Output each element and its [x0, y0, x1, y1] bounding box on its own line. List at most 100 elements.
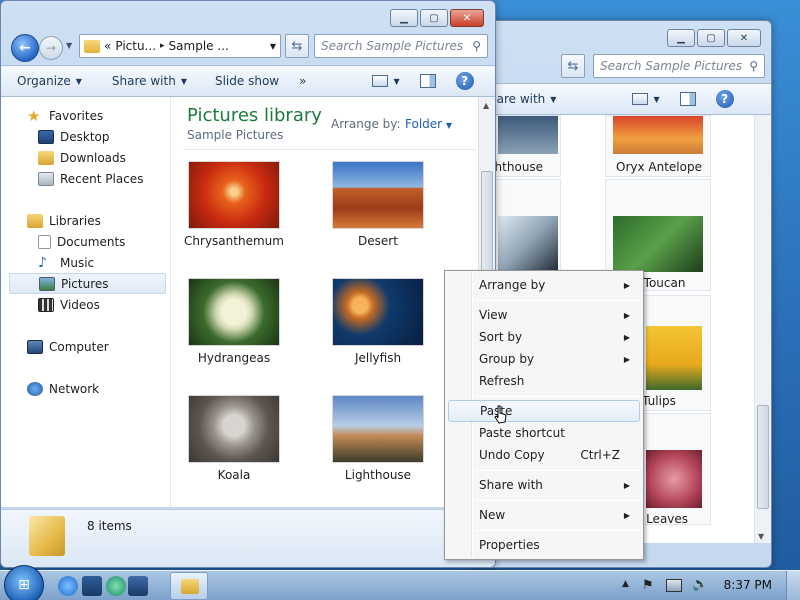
menu-item-share-with[interactable]: Share with ▶ — [448, 474, 640, 496]
file-label[interactable]: Chrysanthemum — [164, 234, 304, 248]
forward-button[interactable]: → — [39, 36, 63, 60]
folder-icon — [181, 579, 199, 594]
menu-separator — [475, 396, 640, 397]
scrollbar-thumb[interactable] — [757, 405, 769, 509]
close-button[interactable]: ✕ — [450, 9, 484, 27]
nav-libraries[interactable]: Libraries — [27, 210, 192, 231]
minimize-button[interactable]: ▁ — [390, 9, 418, 27]
refresh-icon: ⇆ — [291, 38, 303, 54]
command-bar: hare with ▼ ▼ ? — [471, 83, 771, 115]
show-hidden-icons-button[interactable]: ▲ — [622, 579, 629, 589]
explorer-quicklaunch-icon[interactable] — [82, 576, 102, 596]
preview-pane-icon — [419, 74, 436, 88]
maximize-button[interactable]: ▢ — [420, 9, 448, 27]
thumbnail-lighthouse[interactable] — [332, 395, 424, 463]
arrange-by-dropdown[interactable]: Folder ▼ — [405, 117, 452, 131]
preview-pane-button[interactable] — [410, 74, 446, 88]
nav-favorites[interactable]: ★ Favorites — [27, 105, 192, 126]
menu-item-view[interactable]: View ▶ — [448, 304, 640, 326]
organize-button[interactable]: Organize ▼ — [1, 74, 92, 88]
thumbnail — [498, 216, 558, 272]
menu-item-refresh[interactable]: Refresh — [448, 370, 640, 392]
menu-item-properties[interactable]: Properties — [448, 534, 640, 556]
help-icon: ? — [715, 90, 734, 108]
desktop-icon — [38, 129, 54, 144]
switch-windows-icon[interactable] — [128, 576, 148, 596]
thumbnail-jellyfish[interactable] — [332, 278, 424, 346]
file-label[interactable]: Koala — [164, 468, 304, 482]
maximize-button[interactable]: ▢ — [697, 29, 725, 47]
thumbnail — [613, 116, 703, 154]
file-item[interactable]: ghthouse — [487, 115, 561, 177]
breadcrumb-pictures[interactable]: Pictu... — [115, 39, 156, 53]
file-label[interactable]: Desert — [308, 234, 448, 248]
back-button[interactable]: ← — [11, 34, 39, 62]
menu-item-group-by[interactable]: Group by ▶ — [448, 348, 640, 370]
views-button[interactable]: ▼ — [622, 93, 669, 105]
submenu-arrow-icon: ▶ — [623, 480, 630, 490]
clock[interactable]: 8:37 PM — [724, 578, 772, 592]
address-dropdown[interactable]: ▼ — [270, 42, 276, 51]
folder-icon — [29, 516, 65, 556]
breadcrumb-separator[interactable]: ▸ — [160, 41, 165, 51]
menu-item-arrange-by[interactable]: Arrange by ▶ — [448, 274, 640, 296]
file-label[interactable]: Hydrangeas — [164, 351, 304, 365]
search-icon: ⚲ — [472, 39, 481, 53]
slide-show-button[interactable]: Slide show — [197, 74, 289, 88]
nav-pictures[interactable]: Pictures — [9, 273, 166, 294]
caption-buttons: ▁ ▢ ✕ — [667, 29, 761, 47]
breadcrumb-sample[interactable]: Sample ... — [169, 39, 229, 53]
start-button[interactable]: ⊞ — [4, 565, 44, 600]
share-with-button[interactable]: Share with ▼ — [92, 74, 197, 88]
libraries-icon — [27, 213, 43, 228]
file-item[interactable]: Oryx Antelope — [605, 115, 711, 177]
network-icon[interactable] — [666, 579, 682, 592]
help-button[interactable]: ? — [706, 90, 744, 108]
thumbnail-hydrangeas[interactable] — [188, 278, 280, 346]
thumbnail-chrysanthemum[interactable] — [188, 161, 280, 229]
refresh-button[interactable]: ⇆ — [561, 54, 585, 78]
search-input[interactable]: Search Sample Pictures ⚲ — [314, 34, 488, 58]
address-overflow[interactable]: « — [104, 39, 111, 53]
menu-item-sort-by[interactable]: Sort by ▶ — [448, 326, 640, 348]
menu-item-paste[interactable]: Paste — [448, 400, 640, 422]
scroll-down-arrow[interactable]: ▼ — [758, 532, 764, 541]
media-player-icon[interactable] — [106, 576, 126, 596]
nav-network[interactable]: Network — [27, 378, 192, 399]
flag-icon[interactable]: ⚑ — [642, 578, 654, 593]
thumbnail — [613, 216, 703, 272]
ie-icon[interactable] — [58, 576, 78, 596]
context-menu: Arrange by ▶ View ▶ Sort by ▶ Group by ▶ Ref… — [444, 270, 644, 560]
submenu-arrow-icon: ▶ — [623, 332, 630, 342]
minimize-button[interactable]: ▁ — [667, 29, 695, 47]
mouse-cursor-icon — [494, 405, 507, 424]
file-label[interactable]: Jellyfish — [308, 351, 448, 365]
submenu-arrow-icon: ▶ — [623, 510, 630, 520]
thumbnail-koala[interactable] — [188, 395, 280, 463]
vertical-scrollbar[interactable]: ▼ — [754, 115, 771, 543]
menu-item-undo-copy[interactable]: Undo Copy Ctrl+Z — [448, 444, 640, 466]
show-desktop-button[interactable] — [786, 571, 800, 600]
recent-pages-dropdown[interactable]: ▼ — [66, 41, 72, 50]
folder-icon — [84, 39, 100, 53]
details-pane: 8 items — [1, 509, 495, 567]
menu-item-new[interactable]: New ▶ — [448, 504, 640, 526]
menu-separator — [475, 300, 640, 301]
thumbnail-desert[interactable] — [332, 161, 424, 229]
scroll-up-arrow[interactable]: ▲ — [483, 101, 489, 110]
search-input[interactable]: Search Sample Pictures ⚲ — [593, 54, 765, 78]
volume-icon[interactable]: 🔈 — [692, 577, 708, 592]
taskbar-explorer-button[interactable] — [170, 572, 208, 600]
file-label[interactable]: Lighthouse — [308, 468, 448, 482]
preview-pane-button[interactable] — [670, 92, 706, 106]
address-bar[interactable]: « Pictu... ▸ Sample ... ▼ — [79, 34, 281, 58]
menu-item-paste-shortcut[interactable]: Paste shortcut — [448, 422, 640, 444]
toolbar-overflow-button[interactable]: » — [289, 74, 316, 88]
close-button[interactable]: ✕ — [727, 29, 761, 47]
help-button[interactable]: ? — [446, 72, 484, 90]
views-button[interactable]: ▼ — [362, 75, 409, 87]
explorer-body: ★ Favorites Desktop Downloads Recent Pla… — [1, 97, 495, 507]
refresh-button[interactable]: ⇆ — [285, 34, 309, 58]
menu-separator — [475, 530, 640, 531]
views-icon — [372, 75, 389, 87]
